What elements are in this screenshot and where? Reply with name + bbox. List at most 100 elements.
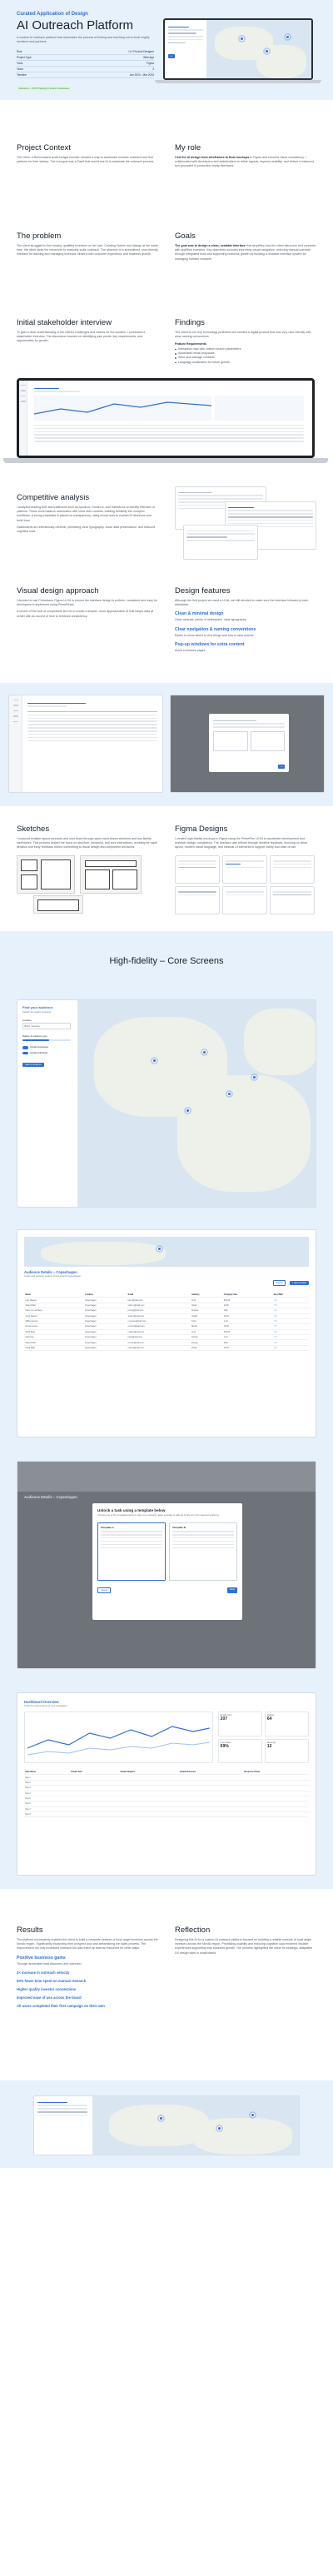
hero-laptop-mockup: ● <box>155 18 321 83</box>
competitive-text-2: Dashboards are intentionally minimal, pr… <box>17 525 155 534</box>
send-mail-icon[interactable] <box>273 1309 277 1312</box>
visual-design-text: I decided to use Primefaces Figma UI Kit… <box>17 599 157 607</box>
template-option-b[interactable]: Template B <box>169 1522 237 1581</box>
toggle-individuals[interactable]: Include individuals <box>22 1051 71 1054</box>
stat-value: 12 <box>266 1743 272 1749</box>
location-input[interactable]: Berlin, Germany <box>22 1023 71 1029</box>
template-option-a-label: Template A <box>101 1525 114 1529</box>
table-row[interactable]: Clara Dahl Copenhagen clara.d@mail.com Reta… <box>24 1345 309 1352</box>
feature-clean-text: Clear contrast, plenty of whitespace, cl… <box>175 618 246 622</box>
modal-cancel-button[interactable]: Cancel <box>97 1587 112 1594</box>
screen-audience-details: Audience Details – Copenhagen Leads and … <box>17 1229 316 1437</box>
table-cell <box>242 1811 309 1818</box>
fact-label: Timeline <box>17 73 27 77</box>
send-mail-icon[interactable] <box>273 1330 277 1333</box>
findings-text: The client is not very technology profic… <box>175 331 311 339</box>
project-context-text: The client, a Berlin-based small-budget … <box>17 156 155 164</box>
investor-map[interactable] <box>77 1000 316 1207</box>
feature-popup-text: Avoid excessive pages <box>175 648 206 652</box>
screen-audience-modal: ● <box>170 695 325 793</box>
impact-item: 3× increase in outreach velocity <box>17 1970 70 1975</box>
export-button[interactable]: Export <box>272 1279 286 1287</box>
template-option-a[interactable]: Template A <box>97 1522 166 1581</box>
fact-row: Project Type Web App <box>17 55 154 62</box>
figma-frames-grid <box>175 855 316 914</box>
problem-heading: The problem <box>17 232 62 241</box>
visual-design-heading: Visual design approach <box>17 586 99 595</box>
fact-row: Role UI / Product Designer <box>17 49 154 56</box>
search-audience-button[interactable]: Search Audience <box>22 1062 44 1068</box>
results-section: Results The platform successfully enable… <box>0 1889 333 2080</box>
table-cell: Day 8 <box>24 1811 70 1818</box>
radius-slider[interactable] <box>22 1039 71 1041</box>
figma-designs-heading: Figma Designs <box>175 825 228 834</box>
new-contact-button[interactable]: + New Contact <box>289 1280 309 1286</box>
map-pin[interactable] <box>152 1059 157 1063</box>
toggle-individuals-label: Include individuals <box>30 1051 48 1054</box>
design-features-text: Although the first project we used a UI … <box>175 599 309 607</box>
screen-dashboard: Dashboard Overview Track the performance… <box>17 1692 316 1876</box>
figma-designs-text: I created high-fidelity mockups in Figma… <box>175 837 308 850</box>
context-section: Project Context The client, a Berlin-bas… <box>0 100 333 177</box>
competitive-heading: Competitive analysis <box>17 493 90 502</box>
send-mail-icon[interactable] <box>273 1346 277 1348</box>
send-mail-icon[interactable] <box>273 1298 277 1301</box>
fact-row: Team 3 <box>17 67 154 73</box>
screen-template-modal: Audience Details – Copenhagen Unlock a t… <box>17 1461 316 1669</box>
send-mail-icon[interactable] <box>273 1336 277 1338</box>
search-panel-title: Find your audience <box>22 1005 53 1009</box>
table-row[interactable]: Day 8 <box>24 1811 309 1818</box>
my-role-heading: My role <box>175 143 201 152</box>
impact-item: 50% fewer time spent on manual research <box>17 1978 87 1983</box>
dashboard-sub: Track the performance of your campaigns <box>24 1704 67 1707</box>
results-text: The platform successfully enabled the cl… <box>17 1938 158 1951</box>
send-mail-icon[interactable] <box>273 1314 277 1317</box>
table-cell <box>272 1345 309 1352</box>
feature-clean-title: Clean & minimal design <box>175 611 224 617</box>
send-mail-icon[interactable] <box>273 1320 277 1323</box>
send-mail-icon[interactable] <box>273 1341 277 1343</box>
map-pin[interactable] <box>202 1050 206 1054</box>
goals-lead: The goal was to design a clean, scalable… <box>175 244 246 247</box>
template-modal: Unlock a task using a template below Cho… <box>92 1503 242 1620</box>
location-label: Location <box>22 1019 32 1022</box>
stat-value: 69% <box>220 1743 229 1749</box>
stat-card: Meetings 12 <box>264 1738 309 1763</box>
my-role-text: I led the UI design from wireframes to f… <box>175 156 316 169</box>
sketches-section: Sketches I explored multiple layout conc… <box>0 806 333 931</box>
map-pin[interactable] <box>227 1092 231 1096</box>
status-badge: Delivered — MVP shipping to partner busi… <box>17 86 72 92</box>
map-pin[interactable] <box>252 1075 256 1079</box>
send-mail-icon[interactable] <box>273 1303 277 1306</box>
laptop-mock-section <box>0 366 333 473</box>
fact-value: Figma <box>147 62 154 66</box>
hifi-section: High-fidelity – Core Screens Find your a… <box>0 931 333 1889</box>
table-cell <box>178 1811 243 1818</box>
toggle-businesses-label: Include businesses <box>30 1046 49 1049</box>
send-mail-icon[interactable] <box>273 1325 277 1328</box>
my-role-lead: I led the UI design from wireframes to f… <box>175 156 250 159</box>
stat-value: 64 <box>266 1717 272 1721</box>
feature-nav-title: Clear navigation & naming conventions <box>175 626 256 632</box>
sketches-heading: Sketches <box>17 825 50 834</box>
interview-heading: Initial stakeholder interview <box>17 318 112 327</box>
fact-row: Tools Figma <box>17 61 154 67</box>
problem-text: The client struggled to find nearby, qua… <box>17 244 158 257</box>
hero-title: AI Outreach Platform <box>17 18 134 32</box>
visual-design-section: Visual design approach I decided to use … <box>0 565 333 683</box>
audience-mini-map <box>24 1237 309 1267</box>
map-pin[interactable] <box>186 1109 190 1113</box>
footer-screen-mockup <box>33 2095 300 2155</box>
design-features-heading: Design features <box>175 586 231 595</box>
toggle-businesses[interactable]: Include businesses <box>22 1046 71 1049</box>
dashboard-table: Date Name Emails Sent Emails Replied Ema… <box>24 1770 309 1818</box>
screen-search-map: Find your audience Search for nearby inv… <box>17 999 316 1208</box>
findings-heading: Findings <box>175 318 205 327</box>
modal-send-button[interactable]: Send <box>226 1587 237 1594</box>
table-cell: Copenhagen <box>83 1345 127 1352</box>
feature-list: Interactive map with custom search param… <box>175 347 316 366</box>
audience-table: Name Location Email Industry Company Siz… <box>24 1293 309 1352</box>
goals-text: The goal was to design a clean, scalable… <box>175 244 316 262</box>
results-heading: Results <box>17 1926 43 1935</box>
laptop-mockup <box>3 378 328 463</box>
